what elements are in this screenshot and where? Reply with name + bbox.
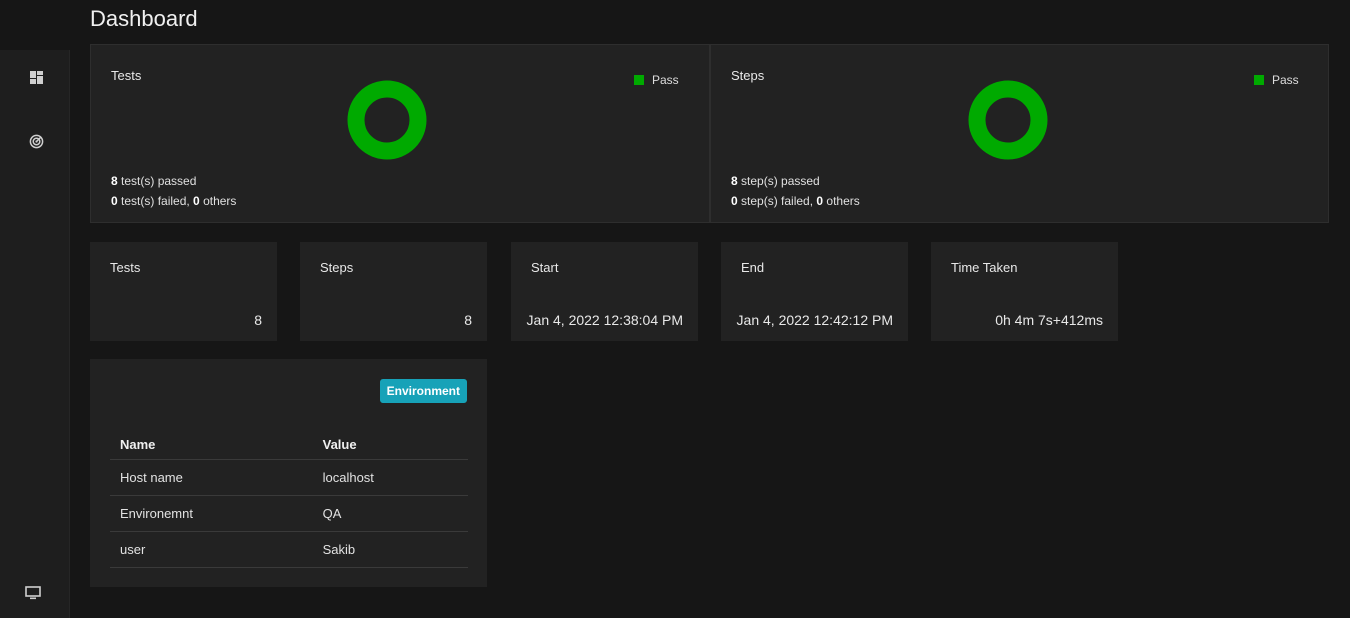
stat-value: Jan 4, 2022 12:42:12 PM [736, 312, 893, 328]
steps-chart-title: Steps [731, 68, 765, 83]
tests-donut-chart [347, 80, 427, 160]
environment-badge: Environment [379, 379, 467, 403]
sidebar [0, 50, 70, 618]
stat-card-end: End Jan 4, 2022 12:42:12 PM [721, 242, 908, 341]
tests-pass-slice[interactable] [347, 80, 427, 160]
env-value-cell: Sakib [312, 531, 468, 568]
stat-label: Time Taken [951, 260, 1018, 275]
steps-pass-slice[interactable] [968, 80, 1048, 160]
table-row: Environemnt QA [110, 495, 468, 532]
tests-legend[interactable]: Pass [634, 73, 679, 87]
env-name-cell: user [110, 531, 313, 568]
stat-card-time-taken: Time Taken 0h 4m 7s+412ms [931, 242, 1118, 341]
value-column-header: Value [312, 429, 468, 460]
tests-chart-title: Tests [111, 68, 142, 83]
env-name-cell: Host name [110, 459, 313, 496]
tests-passed-summary: 8 test(s) passed [111, 174, 197, 188]
environment-card: Environment Name Value Host name localho… [90, 359, 487, 587]
stat-card-tests: Tests 8 [90, 242, 277, 341]
stat-value: 8 [254, 312, 262, 328]
pass-legend-swatch [634, 75, 644, 85]
stat-value: 0h 4m 7s+412ms [995, 312, 1103, 328]
stat-card-start: Start Jan 4, 2022 12:38:04 PM [511, 242, 698, 341]
tests-chart-card: Tests Pass 8 test(s) passed 0 test(s) fa… [90, 44, 710, 223]
steps-passed-summary: 8 step(s) passed [731, 174, 820, 188]
stat-label: Steps [320, 260, 354, 275]
name-column-header: Name [110, 429, 313, 460]
steps-legend-label: Pass [1272, 73, 1299, 87]
steps-failed-summary: 0 step(s) failed, 0 others [731, 194, 860, 208]
stat-value: 8 [464, 312, 472, 328]
env-value-cell: QA [312, 495, 468, 532]
monitor-icon[interactable] [23, 583, 43, 603]
steps-donut-chart [968, 80, 1048, 160]
pass-legend-swatch [1254, 75, 1264, 85]
steps-chart-card: Steps Pass 8 step(s) passed 0 step(s) fa… [710, 44, 1329, 223]
stat-value: Jan 4, 2022 12:38:04 PM [526, 312, 683, 328]
env-name-cell: Environemnt [110, 495, 313, 532]
environment-table: Name Value Host name localhost Environem… [110, 429, 468, 568]
stat-label: Start [531, 260, 559, 275]
stat-card-steps: Steps 8 [300, 242, 487, 341]
stat-label: Tests [110, 260, 141, 275]
table-header-row: Name Value [110, 429, 468, 460]
env-value-cell: localhost [312, 459, 468, 496]
tests-legend-label: Pass [652, 73, 679, 87]
tests-failed-summary: 0 test(s) failed, 0 others [111, 194, 237, 208]
stat-label: End [741, 260, 765, 275]
steps-legend[interactable]: Pass [1254, 73, 1299, 87]
dashboard-icon[interactable] [26, 67, 46, 87]
page-title: Dashboard [90, 6, 198, 31]
table-row: Host name localhost [110, 459, 468, 496]
radar-icon[interactable] [26, 131, 46, 151]
table-row: user Sakib [110, 531, 468, 568]
